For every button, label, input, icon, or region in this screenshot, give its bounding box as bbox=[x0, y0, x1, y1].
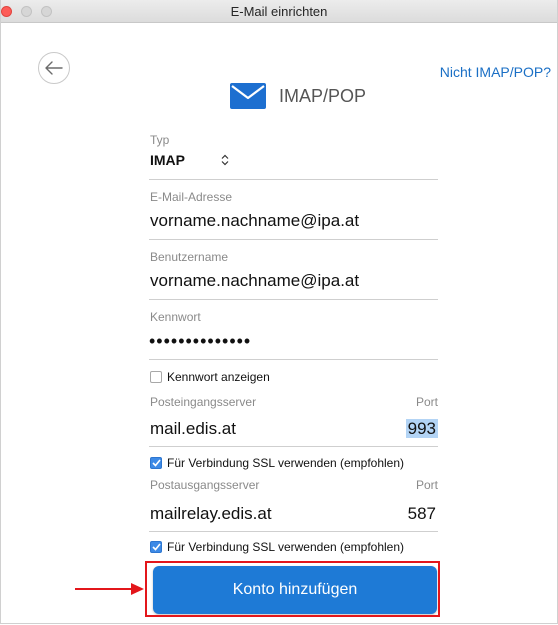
back-button[interactable] bbox=[38, 52, 70, 84]
password-field[interactable]: •••••••••••••• bbox=[149, 331, 251, 352]
incoming-ssl-checkbox-row[interactable]: Für Verbindung SSL verwenden (empfohlen) bbox=[150, 456, 404, 470]
type-underline bbox=[149, 179, 438, 180]
incoming-port-value: 993 bbox=[405, 419, 438, 438]
username-field[interactable]: vorname.nachname@ipa.at bbox=[150, 271, 359, 291]
incoming-ssl-label: Für Verbindung SSL verwenden (empfohlen) bbox=[167, 456, 405, 470]
password-underline bbox=[149, 359, 438, 360]
incoming-server-field[interactable]: mail.edis.at bbox=[150, 419, 236, 439]
annotation-arrow-icon bbox=[75, 583, 144, 595]
show-password-checkbox[interactable] bbox=[150, 371, 162, 383]
type-select-value: IMAP bbox=[150, 152, 185, 168]
outgoing-server-field[interactable]: mailrelay.edis.at bbox=[150, 504, 272, 524]
add-account-button[interactable]: Konto hinzufügen bbox=[153, 566, 437, 614]
arrow-left-icon bbox=[45, 61, 63, 75]
chevron-updown-icon bbox=[221, 154, 229, 166]
show-password-checkbox-row[interactable]: Kennwort anzeigen bbox=[150, 370, 270, 384]
show-password-label: Kennwort anzeigen bbox=[167, 370, 270, 384]
outgoing-port-field[interactable]: 587 bbox=[408, 504, 436, 524]
outgoing-ssl-checkbox-row[interactable]: Für Verbindung SSL verwenden (empfohlen) bbox=[150, 540, 404, 554]
username-label: Benutzername bbox=[150, 250, 229, 264]
checkmark-icon bbox=[151, 543, 161, 551]
outgoing-ssl-label: Für Verbindung SSL verwenden (empfohlen) bbox=[167, 540, 405, 554]
checkmark-icon bbox=[151, 459, 161, 467]
incoming-underline bbox=[149, 446, 438, 447]
email-field[interactable]: vorname.nachname@ipa.at bbox=[150, 211, 359, 231]
account-form: Typ IMAP E-Mail-Adresse vorname.nachname… bbox=[149, 0, 438, 623]
incoming-server-label: Posteingangsserver bbox=[150, 395, 257, 409]
password-label: Kennwort bbox=[150, 310, 201, 324]
incoming-port-field[interactable]: 993 bbox=[405, 419, 438, 439]
outgoing-server-label: Postausgangsserver bbox=[150, 478, 260, 492]
not-imap-pop-link[interactable]: Nicht IMAP/POP? bbox=[440, 64, 551, 80]
type-label: Typ bbox=[150, 133, 170, 147]
outgoing-port-label: Port bbox=[415, 478, 438, 492]
incoming-port-label: Port bbox=[415, 395, 438, 409]
setup-window: E-Mail einrichten Nicht IMAP/POP? IMAP/P… bbox=[0, 0, 558, 624]
email-underline bbox=[149, 239, 438, 240]
outgoing-ssl-checkbox[interactable] bbox=[150, 541, 162, 553]
email-label: E-Mail-Adresse bbox=[150, 190, 233, 204]
incoming-ssl-checkbox[interactable] bbox=[150, 457, 162, 469]
username-underline bbox=[149, 299, 438, 300]
outgoing-underline bbox=[149, 531, 438, 532]
type-select[interactable]: IMAP bbox=[150, 152, 229, 168]
